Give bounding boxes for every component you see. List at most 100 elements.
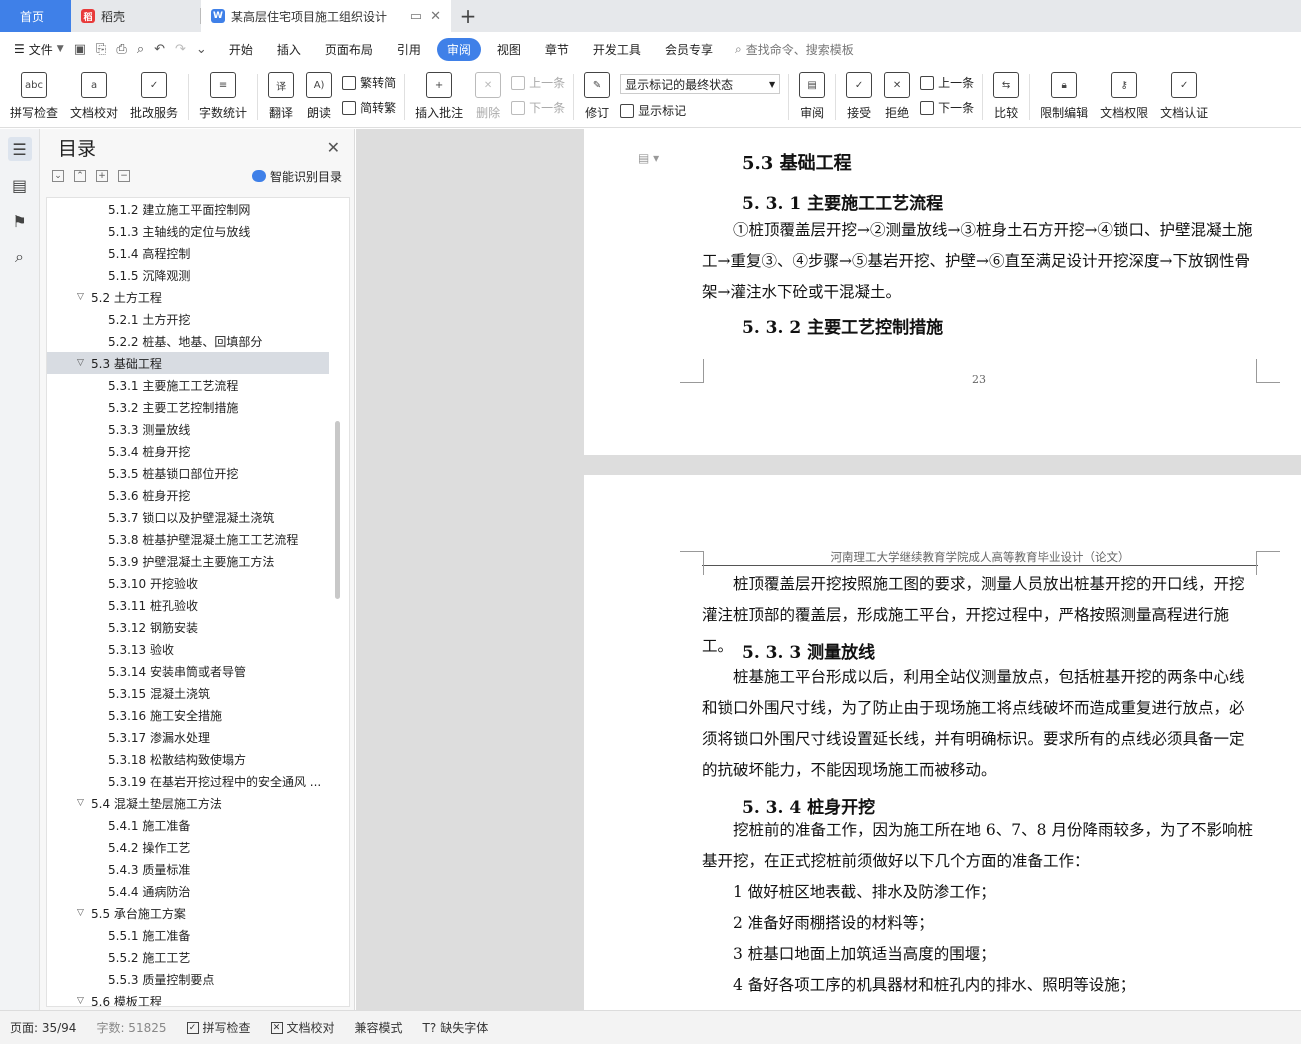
toc-item[interactable]: 5.1.5 沉降观测 [47,264,349,286]
menu-item-member[interactable]: 会员专享 [653,41,725,58]
toc-item[interactable]: 5.4.2 操作工艺 [47,836,349,858]
prev-comment-button[interactable]: 上一条 [511,74,565,91]
menu-item-start[interactable]: 开始 [217,41,265,58]
toc-item[interactable]: 5.1.2 建立施工平面控制网 [47,198,349,220]
display-state-select[interactable]: 显示标记的最终状态 ▼ [620,74,781,94]
toc-item[interactable]: 5.3.11 桩孔验收 [47,594,349,616]
next-revision-button[interactable]: 下一条 [920,99,974,116]
toc-item[interactable]: 5.3.1 主要施工工艺流程 [47,374,349,396]
toc-item[interactable]: 5.5.2 施工工艺 [47,946,349,968]
simp-to-trad-button[interactable]: 简转繁 [342,99,396,116]
toc-item[interactable]: 5.3.6 桩身开挖 [47,484,349,506]
document-icon[interactable]: ▤ ▾ [638,151,659,165]
toc-item[interactable]: 5.3.5 桩基锁口部位开挖 [47,462,349,484]
toc-item[interactable]: 5.4.4 通病防治 [47,880,349,902]
page-indicator[interactable]: 页面: 35/94 [0,1019,86,1036]
chevron-down-icon[interactable]: ▽ [77,798,91,808]
tab-close-icon[interactable]: ✕ [430,9,441,24]
word-count-indicator[interactable]: 字数: 51825 [86,1019,176,1036]
toc-scrollbar[interactable] [335,421,340,599]
tab-home[interactable]: 首页 [0,0,71,32]
toc-item[interactable]: 5.3.13 验收 [47,638,349,660]
toc-item[interactable]: 5.3.17 渗漏水处理 [47,726,349,748]
toc-item[interactable]: 5.3.16 施工安全措施 [47,704,349,726]
toc-item[interactable]: 5.3.3 测量放线 [47,418,349,440]
toc-item[interactable]: 5.2.2 桩基、地基、回填部分 [47,330,349,352]
new-tab-button[interactable]: + [451,0,485,32]
tab-document[interactable]: W 某高层住宅项目施工组织设计 ▭ ✕ [201,0,451,32]
doc-check-button[interactable]: a 文档校对 [64,66,124,121]
chevron-down-icon[interactable]: ▽ [77,292,91,302]
collapse-all-icon[interactable]: ⌃ [74,170,86,182]
show-markup-button[interactable]: 显示标记 [620,102,780,119]
toc-pane-icon[interactable]: ☰ [7,137,32,161]
menu-item-view[interactable]: 视图 [485,41,533,58]
undo-icon[interactable]: ↶ [154,42,165,57]
missing-font-button[interactable]: T? 缺失字体 [413,1019,499,1036]
chevron-down-icon[interactable]: ▽ [77,996,91,1006]
menu-item-layout[interactable]: 页面布局 [313,41,385,58]
print-icon[interactable]: ⎙ [116,42,126,57]
add-level-icon[interactable]: + [96,170,108,182]
more-icon[interactable]: ⌄ [196,42,207,57]
close-icon[interactable]: ✕ [327,138,340,157]
bookmark-icon[interactable]: ⚑ [8,209,32,233]
menu-item-insert[interactable]: 插入 [265,41,313,58]
print-preview-icon[interactable]: ⌕ [137,42,144,57]
redo-icon[interactable]: ↷ [175,42,186,57]
toc-item[interactable]: 5.3.18 松散结构致使塌方 [47,748,349,770]
toc-item[interactable]: ▽ 5.5 承台施工方案 [47,902,349,924]
chapter-icon[interactable]: ▤ [8,173,32,197]
toc-item[interactable]: 5.5.1 施工准备 [47,924,349,946]
menu-item-devtools[interactable]: 开发工具 [581,41,653,58]
trad-to-simp-button[interactable]: 繁转简 [342,74,396,91]
word-count-button[interactable]: ≡ 字数统计 [193,66,253,121]
toc-item[interactable]: 5.3.12 钢筋安装 [47,616,349,638]
toc-item[interactable]: ▽ 5.4 混凝土垫层施工方法 [47,792,349,814]
insert-comment-button[interactable]: + 插入批注 [409,66,469,121]
toc-item[interactable]: ▽ 5.6 模板工程 [47,990,349,1007]
toc-item[interactable]: 5.4.1 施工准备 [47,814,349,836]
menu-item-reference[interactable]: 引用 [385,41,433,58]
status-spell-check[interactable]: ✓ 拼写检查 [177,1019,261,1036]
menu-item-review[interactable]: 审阅 [436,37,481,61]
menu-item-chapter[interactable]: 章节 [533,41,581,58]
delete-comment-button[interactable]: ✕ 删除 [469,66,507,121]
smart-toc-button[interactable]: 智能识别目录 [251,168,342,185]
toc-item[interactable]: 5.3.2 主要工艺控制措施 [47,396,349,418]
chevron-down-icon[interactable]: ▽ [77,358,91,368]
command-search[interactable]: ⌕ 查找命令、搜索模板 [725,41,854,58]
status-doc-check[interactable]: ✕ 文档校对 [261,1019,345,1036]
toc-item[interactable]: 5.3.8 桩基护壁混凝土施工工艺流程 [47,528,349,550]
toc-item[interactable]: 5.2.1 土方开挖 [47,308,349,330]
annotation-service-button[interactable]: ✓ 批改服务 [124,66,184,121]
toc-item[interactable]: ▽ 5.2 土方工程 [47,286,349,308]
chevron-down-icon[interactable]: ▽ [77,908,91,918]
tab-monitor-icon[interactable]: ▭ [410,9,422,24]
reject-button[interactable]: ✕ 拒绝 [878,66,916,121]
doc-permission-button[interactable]: ⚷ 文档权限 [1094,66,1154,121]
compat-mode-indicator[interactable]: 兼容模式 [345,1019,413,1036]
spell-check-button[interactable]: abc 拼写检查 [0,66,64,121]
toc-item[interactable]: 5.3.14 安装串筒或者导管 [47,660,349,682]
file-menu[interactable]: ☰ 文件 ▼ [0,41,64,58]
search-icon[interactable]: ⌕ [8,245,32,269]
toc-item[interactable]: 5.4.3 质量标准 [47,858,349,880]
remove-level-icon[interactable]: − [118,170,130,182]
toc-item[interactable]: 5.3.7 锁口以及护壁混凝土浇筑 [47,506,349,528]
accept-button[interactable]: ✓ 接受 [840,66,878,121]
tab-daoke[interactable]: 稻 稻壳 [71,0,201,32]
translate-button[interactable]: 译 翻译 [262,66,300,121]
toc-item[interactable]: 5.3.4 桩身开挖 [47,440,349,462]
toc-item[interactable]: 5.3.10 开挖验收 [47,572,349,594]
prev-revision-button[interactable]: 上一条 [920,74,974,91]
toc-item[interactable]: 5.3.9 护壁混凝土主要施工方法 [47,550,349,572]
compare-button[interactable]: ⇆ 比较 [987,66,1025,121]
toc-item[interactable]: ▽ 5.3 基础工程 [47,352,329,374]
export-icon[interactable]: ⎘ [96,42,106,57]
next-comment-button[interactable]: 下一条 [511,99,565,116]
read-aloud-button[interactable]: A) 朗读 [300,66,338,121]
toc-item[interactable]: 5.3.19 在基岩开挖过程中的安全通风 ... [47,770,349,792]
toc-item[interactable]: 5.5.3 质量控制要点 [47,968,349,990]
toc-item[interactable]: 5.3.15 混凝土浇筑 [47,682,349,704]
